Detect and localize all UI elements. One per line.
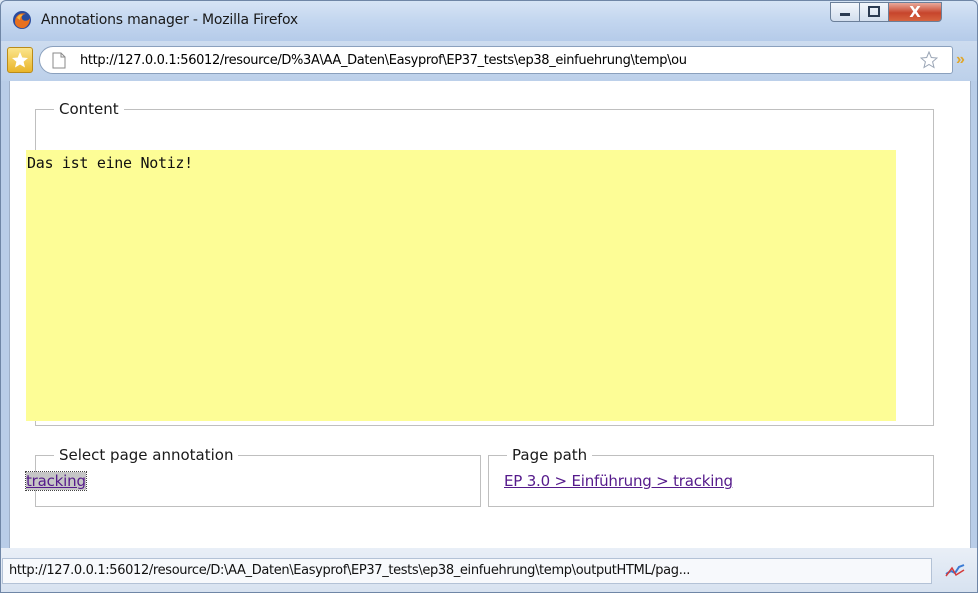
status-text: http://127.0.0.1:56012/resource/D:\AA_Da… (9, 563, 691, 578)
close-icon: X (909, 3, 921, 21)
page-path-link[interactable]: EP 3.0 > Einführung > tracking (504, 472, 733, 490)
minimize-icon (840, 13, 850, 16)
select-annotation-fieldset: Select page annotation (35, 446, 481, 507)
activity-graph-icon[interactable] (945, 562, 965, 578)
close-button[interactable]: X (888, 2, 942, 22)
window-title: Annotations manager - Mozilla Firefox (41, 12, 299, 28)
firefox-icon (13, 11, 31, 29)
star-icon (12, 52, 28, 68)
url-field[interactable]: http://127.0.0.1:56012/resource/D%3A\AA_… (39, 46, 953, 74)
maximize-button[interactable] (859, 2, 889, 22)
bookmark-star-icon[interactable] (920, 51, 938, 69)
bookmarks-button[interactable] (7, 47, 33, 73)
maximize-icon (868, 6, 880, 17)
status-bar: http://127.0.0.1:56012/resource/D:\AA_Da… (1, 548, 977, 592)
minimize-button[interactable] (830, 2, 860, 22)
browser-window: Annotations manager - Mozilla Firefox X … (0, 0, 978, 593)
navigation-bar: http://127.0.0.1:56012/resource/D%3A\AA_… (1, 41, 977, 81)
select-annotation-legend: Select page annotation (59, 446, 234, 464)
page-icon (52, 52, 66, 69)
chevron-right-icon[interactable]: » (956, 51, 965, 69)
title-bar[interactable]: Annotations manager - Mozilla Firefox X (1, 1, 977, 41)
note-textarea[interactable]: Das ist eine Notiz! (26, 150, 896, 421)
status-field: http://127.0.0.1:56012/resource/D:\AA_Da… (2, 558, 932, 584)
page-path-legend: Page path (512, 446, 588, 464)
content-legend: Content (59, 100, 119, 118)
annotation-link-tracking[interactable]: tracking (25, 471, 87, 491)
page-content: Content Das ist eine Notiz! Select page … (9, 81, 971, 548)
url-text: http://127.0.0.1:56012/resource/D%3A\AA_… (80, 53, 687, 68)
